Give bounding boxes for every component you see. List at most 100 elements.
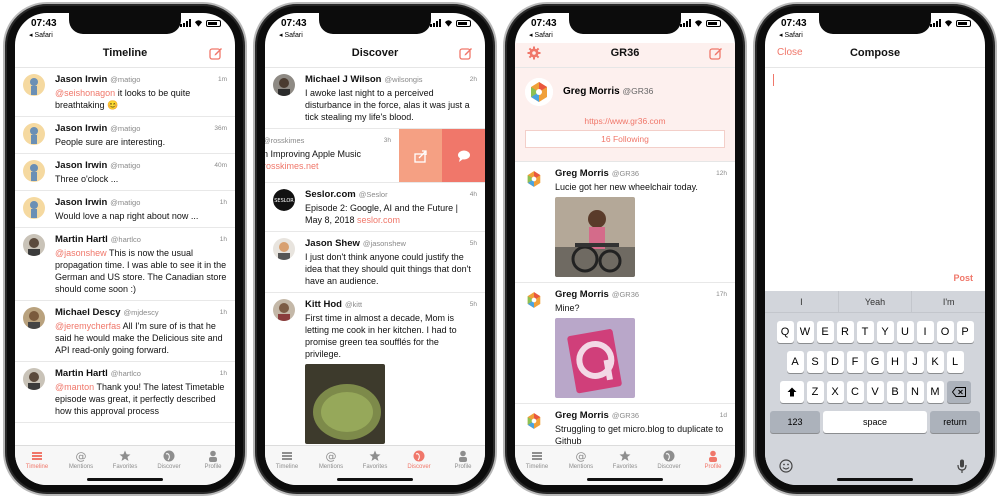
tab-profile[interactable]: Profile xyxy=(693,450,733,485)
post-link[interactable]: seslor.com xyxy=(357,215,400,225)
list-item[interactable]: Greg Morris @GR36 12h Lucie got her new w… xyxy=(515,162,735,283)
avatar[interactable] xyxy=(523,410,545,432)
list-item[interactable]: Kitt Hod @kitt 5h First time in almost a … xyxy=(265,293,485,445)
key-s[interactable]: S xyxy=(806,351,824,373)
emoji-icon[interactable] xyxy=(779,459,793,473)
suggestion-item[interactable]: Yeah xyxy=(839,291,913,312)
avatar[interactable]: SESLOR xyxy=(273,189,295,211)
author-name[interactable]: Kitt Hod xyxy=(305,299,342,311)
mention-link[interactable]: @jeremycherfas xyxy=(55,321,121,331)
key-h[interactable]: H xyxy=(886,351,904,373)
avatar[interactable] xyxy=(273,238,295,260)
backspace-key[interactable] xyxy=(946,381,971,403)
back-to-safari[interactable]: ◂ Safari xyxy=(29,31,53,39)
key-k[interactable]: K xyxy=(926,351,944,373)
mention-link[interactable]: @jasonshew xyxy=(55,248,107,258)
suggestion-item[interactable]: I'm xyxy=(912,291,985,312)
list-item[interactable]: SESLOR Seslor.com @Seslor 4h Episode 2: G… xyxy=(265,183,485,232)
avatar[interactable] xyxy=(523,289,545,311)
share-button[interactable] xyxy=(399,129,442,182)
avatar[interactable] xyxy=(523,168,545,190)
list-item[interactable]: Jason Irwin @matigo 36m People sure are i… xyxy=(15,117,235,154)
avatar[interactable] xyxy=(23,368,45,390)
key-v[interactable]: V xyxy=(866,381,884,403)
numbers-key[interactable]: 123 xyxy=(770,411,820,433)
home-indicator[interactable] xyxy=(337,478,413,481)
key-l[interactable]: L xyxy=(946,351,964,373)
key-u[interactable]: U xyxy=(896,321,914,343)
author-name[interactable]: Jason Irwin xyxy=(55,74,107,86)
list-item[interactable]: Jason Irwin @matigo 1m @seishonagon it lo… xyxy=(15,68,235,117)
author-name[interactable]: Greg Morris xyxy=(555,168,609,180)
author-name[interactable]: Michael Descy xyxy=(55,307,120,319)
author-name[interactable]: Jason Irwin xyxy=(55,197,107,209)
reply-button[interactable] xyxy=(442,129,485,182)
list-item[interactable]: Michael J Wilson @wilsongis 2h I awoke la… xyxy=(265,68,485,129)
author-name[interactable]: Jason Shew xyxy=(305,238,360,250)
mention-link[interactable]: @seishonagon xyxy=(55,88,115,98)
key-i[interactable]: I xyxy=(916,321,934,343)
key-f[interactable]: F xyxy=(846,351,864,373)
key-t[interactable]: T xyxy=(856,321,874,343)
gear-icon[interactable] xyxy=(527,46,541,60)
post-photo[interactable] xyxy=(555,197,635,277)
key-j[interactable]: J xyxy=(906,351,924,373)
key-b[interactable]: B xyxy=(886,381,904,403)
post-button[interactable]: Post xyxy=(953,273,973,283)
swiped-list-item[interactable]: @rosskimes n Improving Apple Music rosski… xyxy=(265,129,485,183)
author-name[interactable]: Greg Morris xyxy=(555,410,609,422)
avatar[interactable] xyxy=(23,74,45,96)
back-to-safari[interactable]: ◂ Safari xyxy=(779,31,803,39)
home-indicator[interactable] xyxy=(87,478,163,481)
avatar[interactable] xyxy=(273,299,295,321)
tab-timeline[interactable]: Timeline xyxy=(517,450,557,485)
list-item[interactable]: Michael Descy @mjdescy 1h @jeremycherfas … xyxy=(15,301,235,362)
key-m[interactable]: M xyxy=(926,381,944,403)
avatar[interactable] xyxy=(23,123,45,145)
compose-icon[interactable] xyxy=(709,46,723,60)
mention-link[interactable]: @manton xyxy=(55,382,94,392)
profile-url-link[interactable]: https://www.gr36.com xyxy=(515,116,735,126)
key-a[interactable]: A xyxy=(786,351,804,373)
key-x[interactable]: X xyxy=(826,381,844,403)
author-name[interactable]: Martin Hartl xyxy=(55,234,108,246)
compose-icon[interactable] xyxy=(209,46,223,60)
key-d[interactable]: D xyxy=(826,351,844,373)
list-item[interactable]: Martin Hartl @hartlco 1h @jasonshew This … xyxy=(15,228,235,301)
key-w[interactable]: W xyxy=(796,321,814,343)
space-key[interactable]: space xyxy=(823,411,927,433)
close-button[interactable]: Close xyxy=(777,43,803,63)
tab-profile[interactable]: Profile xyxy=(193,450,233,485)
profile-avatar[interactable] xyxy=(525,78,553,106)
avatar[interactable] xyxy=(273,74,295,96)
author-name[interactable]: Jason Irwin xyxy=(55,123,107,135)
microphone-icon[interactable] xyxy=(957,459,967,474)
tab-timeline[interactable]: Timeline xyxy=(17,450,57,485)
author-name[interactable]: Michael J Wilson xyxy=(305,74,381,86)
key-g[interactable]: G xyxy=(866,351,884,373)
author-name[interactable]: Seslor.com xyxy=(305,189,356,201)
compose-text-area[interactable] xyxy=(765,67,985,281)
following-button[interactable]: 16 Following xyxy=(525,130,725,148)
compose-icon[interactable] xyxy=(459,46,473,60)
back-to-safari[interactable]: ◂ Safari xyxy=(279,31,303,39)
avatar[interactable] xyxy=(23,234,45,256)
list-item[interactable]: Greg Morris @GR36 1d Struggling to get mi… xyxy=(515,404,735,445)
author-name[interactable]: Martin Hartl xyxy=(55,368,108,380)
key-y[interactable]: Y xyxy=(876,321,894,343)
suggestion-item[interactable]: I xyxy=(765,291,839,312)
list-item[interactable]: Jason Irwin @matigo 1h Would love a nap r… xyxy=(15,191,235,228)
key-e[interactable]: E xyxy=(816,321,834,343)
home-indicator[interactable] xyxy=(587,478,663,481)
key-n[interactable]: N xyxy=(906,381,924,403)
key-c[interactable]: C xyxy=(846,381,864,403)
post-photo[interactable] xyxy=(305,364,385,444)
list-item[interactable]: Jason Irwin @matigo 40m Three o'clock ... xyxy=(15,154,235,191)
avatar[interactable] xyxy=(23,160,45,182)
list-item[interactable]: Jason Shew @jasonshew 5h I just don't thi… xyxy=(265,232,485,293)
avatar[interactable] xyxy=(23,197,45,219)
discover-feed[interactable]: Michael J Wilson @wilsongis 2h I awoke la… xyxy=(265,67,485,445)
key-p[interactable]: P xyxy=(956,321,974,343)
home-indicator[interactable] xyxy=(837,478,913,481)
key-z[interactable]: Z xyxy=(806,381,824,403)
